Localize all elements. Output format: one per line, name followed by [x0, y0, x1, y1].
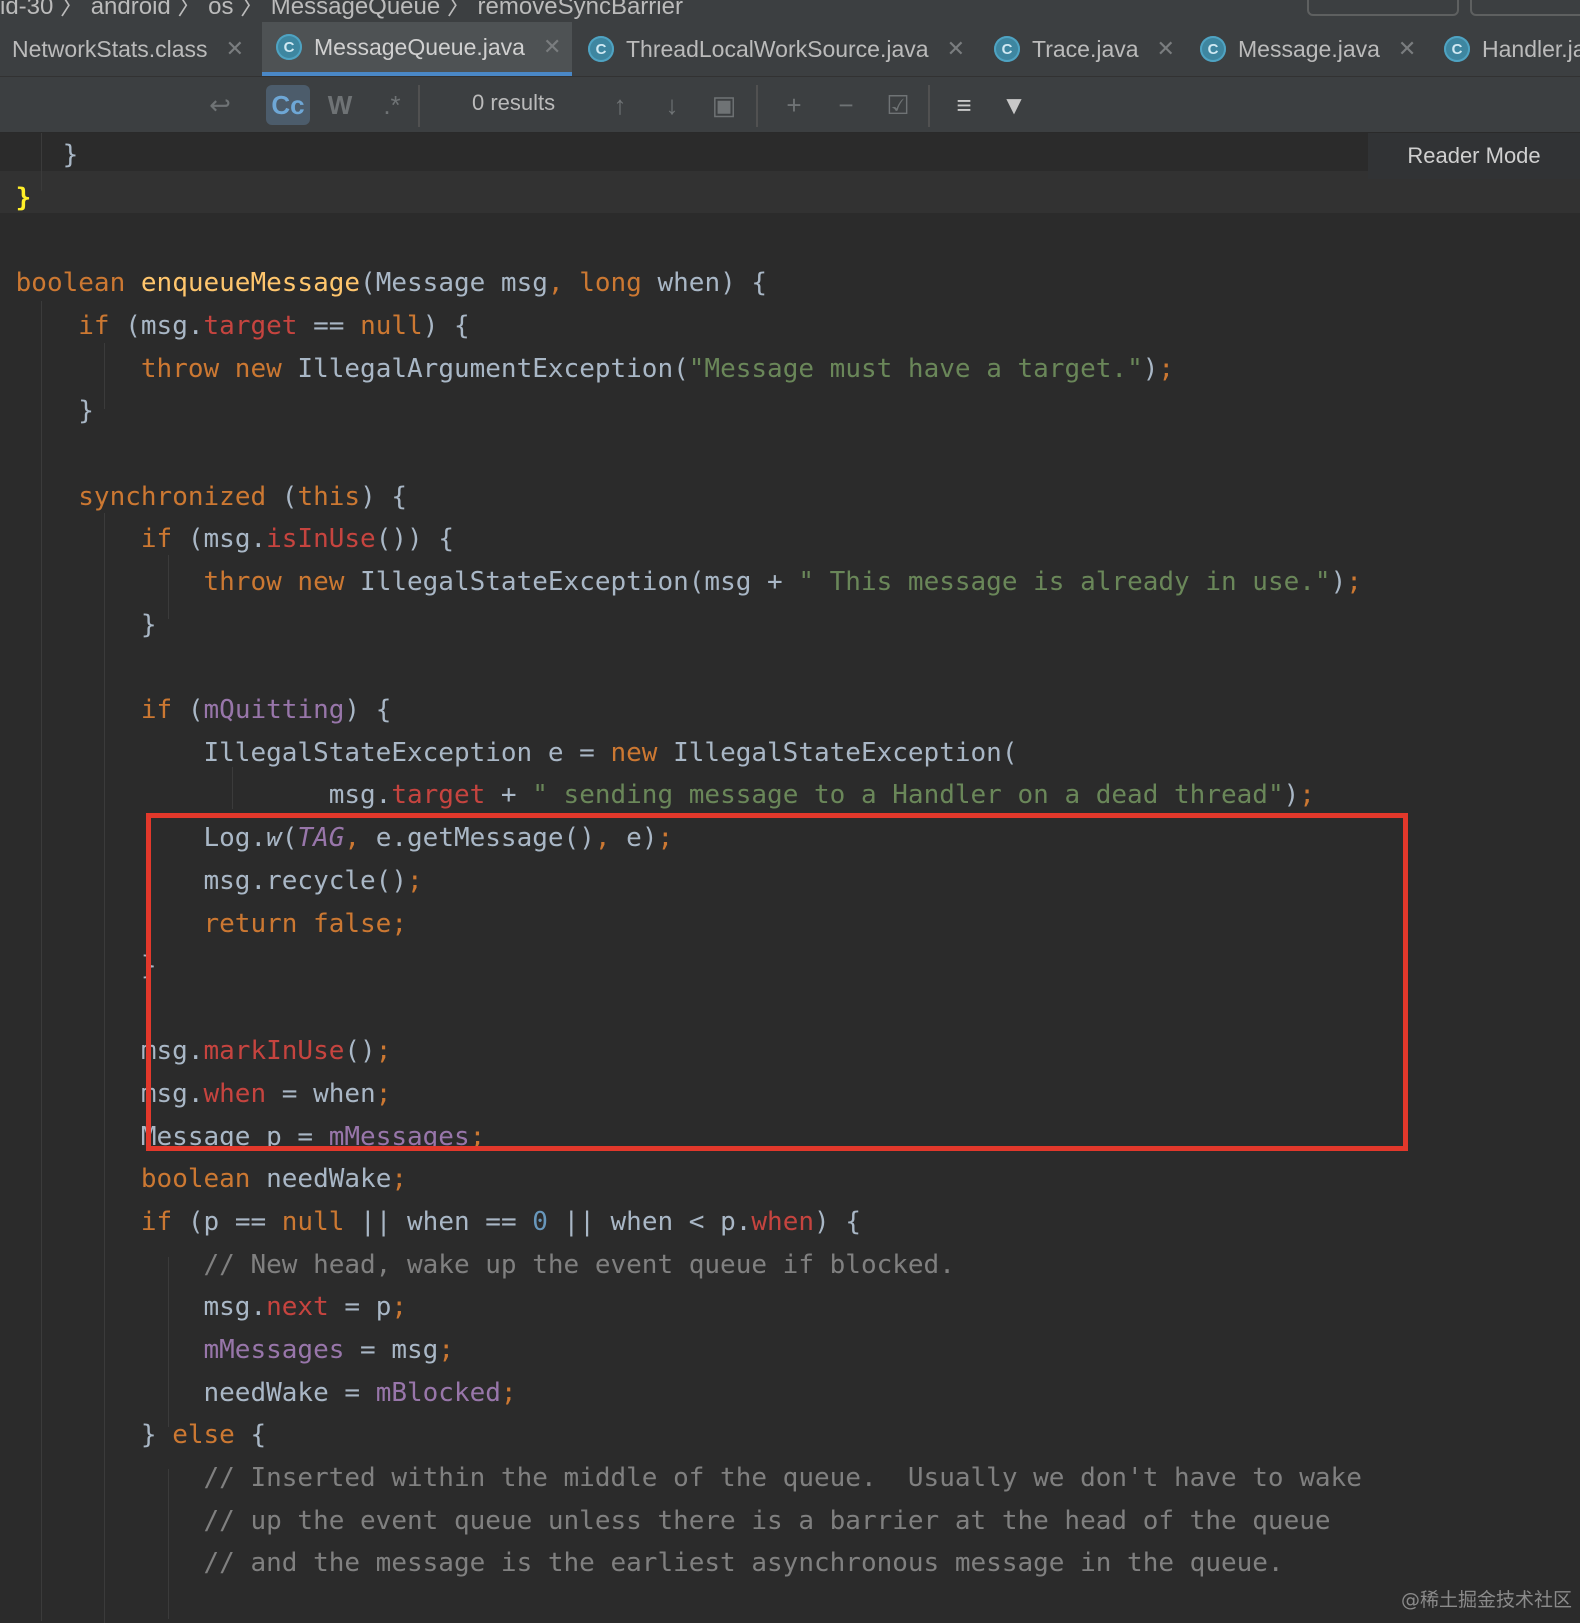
separator — [418, 85, 420, 127]
code-line: } — [0, 610, 157, 640]
code-line: } else { — [0, 1420, 267, 1450]
code-line: needWake = mBlocked; — [0, 1378, 517, 1408]
code-line: if (msg.target == null) { — [78, 311, 470, 341]
code-line: if (msg.isInUse()) { — [140, 524, 454, 554]
code-line: } — [0, 183, 32, 213]
code-line: // and the message is the earliest async… — [203, 1548, 1284, 1578]
tab-handler-java[interactable]: C Handler.ja — [1430, 22, 1580, 76]
code-line: if (p == null || when == 0 || when < p.w… — [140, 1207, 861, 1237]
code-line: throw new IllegalStateException(msg + " … — [203, 567, 1362, 597]
code-line: boolean enqueueMessage(Message msg, long… — [15, 268, 768, 298]
reader-mode-button[interactable]: Reader Mode — [1368, 133, 1580, 179]
code-editor[interactable]: Reader Mode } } boolean enqueueMessage(M… — [0, 133, 1580, 1623]
close-icon[interactable]: ✕ — [543, 34, 561, 60]
code-line: msg.target + " sending message to a Hand… — [0, 780, 1315, 810]
next-occurrence-icon[interactable]: ↓ — [652, 85, 692, 125]
code-line: // Inserted within the middle of the que… — [203, 1463, 1362, 1493]
tab-label: Handler.ja — [1482, 35, 1580, 62]
toolbar-button[interactable] — [1470, 0, 1580, 16]
run-config-selector[interactable] — [1307, 0, 1459, 16]
close-icon[interactable]: ✕ — [1398, 36, 1416, 62]
code-line: IllegalStateException e = new IllegalSta… — [0, 738, 1018, 768]
close-icon[interactable]: ✕ — [1157, 36, 1175, 62]
select-occurrence-icon[interactable]: ☑ — [876, 85, 920, 125]
java-class-icon: C — [994, 36, 1020, 62]
tab-messagequeue-java[interactable]: C MessageQueue.java ✕ — [262, 22, 572, 76]
breadcrumb-path[interactable]: id-30 〉 android 〉 os 〉 MessageQueue 〉 re… — [0, 0, 683, 21]
words-toggle[interactable]: W — [320, 85, 360, 125]
add-occurrence-icon[interactable]: + — [772, 85, 816, 125]
code-line: if (mQuitting) { — [140, 695, 392, 725]
remove-occurrence-icon[interactable]: − — [824, 85, 868, 125]
regex-toggle[interactable]: .* — [372, 85, 412, 125]
close-icon[interactable]: ✕ — [947, 36, 965, 62]
tab-label: ThreadLocalWorkSource.java — [626, 35, 929, 62]
find-toolbar: ↩ Cc W .* 0 results ↑ ↓ ▣ + − ☑ ≡ ▼ — [0, 77, 1580, 133]
filter-options-icon[interactable]: ≡ — [942, 85, 986, 125]
tab-trace-java[interactable]: C Trace.java ✕ — [980, 22, 1180, 76]
breadcrumb: id-30 〉 android 〉 os 〉 MessageQueue 〉 re… — [0, 0, 1580, 22]
java-class-icon: C — [588, 36, 614, 62]
separator — [928, 85, 930, 127]
tab-label: NetworkStats.class — [12, 35, 208, 62]
wrap-search-icon[interactable]: ↩ — [200, 85, 240, 125]
filter-icon[interactable]: ▼ — [992, 85, 1036, 125]
code-line: mMessages = msg; — [203, 1335, 454, 1365]
code-line: } — [0, 396, 94, 426]
separator — [756, 85, 758, 127]
code-line: boolean needWake; — [140, 1164, 408, 1194]
tab-networkstats-class[interactable]: NetworkStats.class ✕ — [0, 22, 260, 76]
editor-tab-bar: NetworkStats.class ✕ C MessageQueue.java… — [0, 22, 1580, 77]
java-class-icon: C — [1200, 36, 1226, 62]
code-line: synchronized (this) { — [78, 482, 408, 512]
code-line: msg.next = p; — [0, 1292, 408, 1322]
tab-message-java[interactable]: C Message.java ✕ — [1186, 22, 1426, 76]
tab-threadlocalworksource-java[interactable]: C ThreadLocalWorkSource.java ✕ — [574, 22, 970, 76]
select-all-occurrences-icon[interactable]: ▣ — [704, 85, 744, 125]
search-results-count: 0 results — [472, 90, 556, 115]
match-case-toggle[interactable]: Cc — [266, 85, 310, 125]
code-line: // New head, wake up the event queue if … — [203, 1250, 955, 1280]
code-line: } — [0, 951, 157, 981]
java-class-icon: C — [276, 34, 302, 60]
code-line: } — [0, 140, 79, 170]
watermark: @稀土掘金技术社区 — [1400, 1589, 1572, 1611]
previous-occurrence-icon[interactable]: ↑ — [600, 85, 640, 125]
tab-label: Trace.java — [1032, 35, 1139, 62]
tab-label: Message.java — [1238, 35, 1380, 62]
caret-row-highlight — [0, 171, 1580, 213]
highlight-annotation-box — [146, 813, 1408, 1151]
code-line: // up the event queue unless there is a … — [203, 1506, 1331, 1536]
java-class-icon: C — [1444, 36, 1470, 62]
close-icon[interactable]: ✕ — [226, 36, 244, 62]
tab-label: MessageQueue.java — [314, 33, 525, 60]
code-line: throw new IllegalArgumentException("Mess… — [140, 354, 1175, 384]
